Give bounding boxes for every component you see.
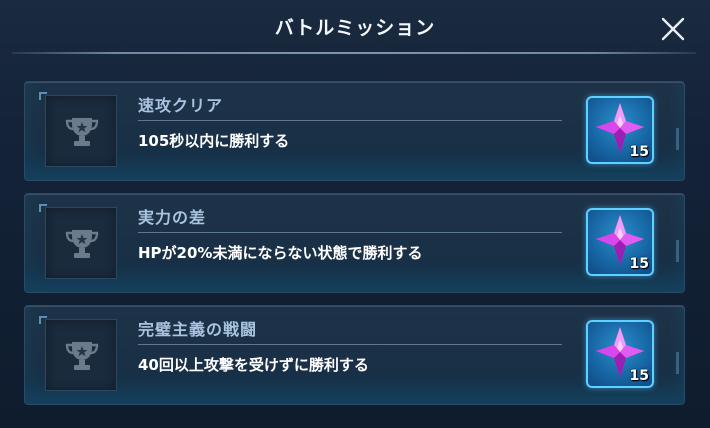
mission-description: HPが20%未満にならない状態で勝利する bbox=[138, 244, 423, 262]
mission-card: 実力の差 HPが20%未満にならない状態で勝利する 15 bbox=[24, 193, 685, 293]
card-edge-accent bbox=[676, 240, 679, 262]
reward-quantity: 15 bbox=[629, 144, 649, 160]
mission-title-underline bbox=[138, 344, 562, 345]
trophy-icon bbox=[65, 230, 99, 258]
trophy-icon bbox=[65, 342, 99, 370]
card-edge-accent bbox=[676, 128, 679, 150]
reward-item[interactable]: 15 bbox=[586, 320, 654, 388]
mission-title: 速攻クリア bbox=[138, 96, 224, 115]
mission-description: 105秒以内に勝利する bbox=[138, 132, 290, 150]
battle-mission-panel: バトルミッション 速攻クリア 105秒以内に勝利する 15 実力の差 HPが20… bbox=[0, 0, 710, 428]
close-button[interactable] bbox=[657, 13, 689, 45]
trophy-slot bbox=[45, 319, 117, 391]
mission-card: 完璧主義の戦闘 40回以上攻撃を受けずに勝利する 15 bbox=[24, 305, 685, 405]
mission-title: 実力の差 bbox=[138, 208, 207, 227]
close-icon bbox=[661, 17, 685, 41]
card-edge-accent bbox=[676, 352, 679, 374]
mission-title-underline bbox=[138, 232, 562, 233]
reward-item[interactable]: 15 bbox=[586, 208, 654, 276]
reward-quantity: 15 bbox=[629, 368, 649, 384]
trophy-slot bbox=[45, 207, 117, 279]
panel-title: バトルミッション bbox=[274, 17, 436, 39]
mission-title: 完璧主義の戦闘 bbox=[138, 320, 258, 339]
header-divider bbox=[12, 52, 696, 54]
mission-description: 40回以上攻撃を受けずに勝利する bbox=[138, 356, 369, 374]
trophy-slot bbox=[45, 95, 117, 167]
reward-quantity: 15 bbox=[629, 256, 649, 272]
mission-title-underline bbox=[138, 120, 562, 121]
reward-item[interactable]: 15 bbox=[586, 96, 654, 164]
trophy-icon bbox=[65, 118, 99, 146]
mission-card: 速攻クリア 105秒以内に勝利する 15 bbox=[24, 81, 685, 181]
